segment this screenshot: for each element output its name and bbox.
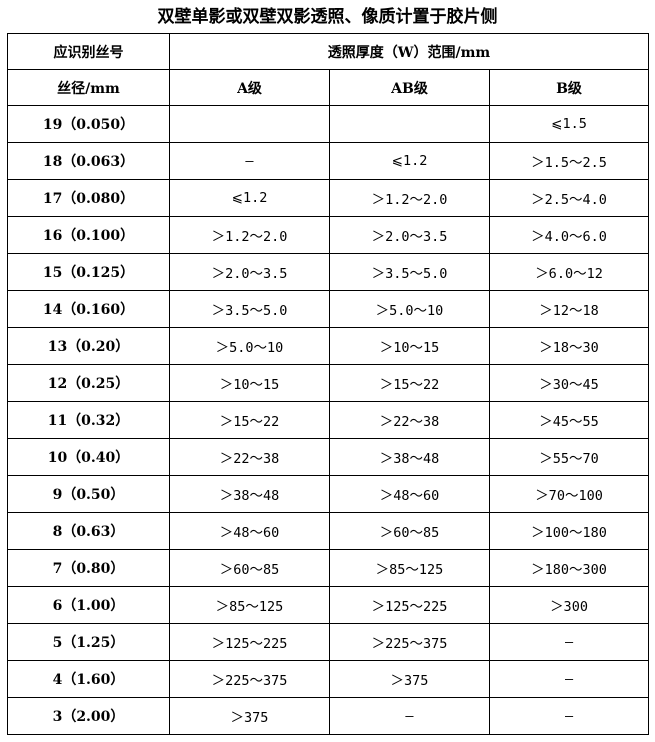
grade-b-cell: – — [488, 697, 650, 735]
grade-ab-cell: ＞60～85 — [329, 512, 490, 550]
table-row: 19（0.050） ⩽1.5 — [7, 105, 650, 143]
grade-b-cell: ⩽1.5 — [488, 105, 650, 143]
wire-cell: 15（0.125） — [7, 253, 170, 291]
table-row: 11（0.32） ＞15～22 ＞22～38 ＞45～55 — [7, 401, 650, 439]
grade-b-cell: ＞18～30 — [488, 327, 650, 365]
iqi-wire-table: 应识别丝号 透照厚度（W）范围/mm 丝径/mm A级 AB级 B级 19（0.… — [7, 33, 650, 735]
grade-ab-cell: ＞125～225 — [329, 586, 490, 624]
header-wire-number: 应识别丝号 — [7, 33, 170, 70]
table-row: 16（0.100） ＞1.2～2.0 ＞2.0～3.5 ＞4.0～6.0 — [7, 216, 650, 254]
grade-a-cell: ＞38～48 — [169, 475, 330, 513]
table-row: 17（0.080） ⩽1.2 ＞1.2～2.0 ＞2.5～4.0 — [7, 179, 650, 217]
grade-b-cell: ＞1.5～2.5 — [488, 142, 650, 180]
grade-b-cell: ＞2.5～4.0 — [488, 179, 650, 217]
grade-ab-cell: ＞3.5～5.0 — [329, 253, 490, 291]
wire-cell: 10（0.40） — [7, 438, 170, 476]
grade-ab-cell: – — [329, 697, 490, 735]
grade-ab-cell — [329, 105, 490, 143]
grade-a-cell: ＞15～22 — [169, 401, 330, 439]
grade-a-cell: ＞125～225 — [169, 623, 330, 661]
grade-a-cell: ＞22～38 — [169, 438, 330, 476]
grade-b-cell: – — [488, 623, 650, 661]
grade-ab-cell: ＞48～60 — [329, 475, 490, 513]
grade-ab-cell: ⩽1.2 — [329, 142, 490, 180]
header-grade-b: B级 — [488, 69, 650, 106]
grade-b-cell: ＞55～70 — [488, 438, 650, 476]
grade-b-cell: ＞12～18 — [488, 290, 650, 328]
grade-b-cell: ＞180～300 — [488, 549, 650, 587]
grade-b-cell: ＞30～45 — [488, 364, 650, 402]
grade-a-cell: ＞2.0～3.5 — [169, 253, 330, 291]
grade-b-cell: – — [488, 660, 650, 698]
table-row: 4（1.60） ＞225～375 ＞375– — [7, 660, 650, 698]
wire-cell: 9（0.50） — [7, 475, 170, 513]
grade-a-cell: ＞85～125 — [169, 586, 330, 624]
grade-a-cell: ＞225～375 — [169, 660, 330, 698]
wire-cell: 14（0.160） — [7, 290, 170, 328]
grade-b-cell: ＞45～55 — [488, 401, 650, 439]
table-row: 14（0.160） ＞3.5～5.0 ＞5.0～10 ＞12～18 — [7, 290, 650, 328]
table-title: 双壁单影或双壁双影透照、像质计置于胶片侧 — [157, 7, 498, 27]
grade-a-cell: – — [169, 142, 330, 180]
grade-b-cell: ＞6.0～12 — [488, 253, 650, 291]
grade-ab-cell: ＞5.0～10 — [329, 290, 490, 328]
table-body: 19（0.050） ⩽1.5 18（0.063） – ⩽1.2 ＞1.5～2.5 17（0.… — [7, 105, 650, 735]
table-row: 15（0.125） ＞2.0～3.5 ＞3.5～5.0 ＞6.0～12 — [7, 253, 650, 291]
table-row: 3（2.00） ＞375– – — [7, 697, 650, 735]
wire-cell: 6（1.00） — [7, 586, 170, 624]
grade-b-cell: ＞70～100 — [488, 475, 650, 513]
wire-cell: 3（2.00） — [7, 697, 170, 735]
grade-a-cell — [169, 105, 330, 143]
table-row: 12（0.25） ＞10～15 ＞15～22 ＞30～45 — [7, 364, 650, 402]
table-row: 10（0.40） ＞22～38 ＞38～48 ＞55～70 — [7, 438, 650, 476]
grade-a-cell: ＞5.0～10 — [169, 327, 330, 365]
wire-cell: 8（0.63） — [7, 512, 170, 550]
grade-b-cell: ＞300 — [488, 586, 650, 624]
wire-cell: 16（0.100） — [7, 216, 170, 254]
table-row: 13（0.20） ＞5.0～10 ＞10～15 ＞18～30 — [7, 327, 650, 365]
grade-ab-cell: ＞38～48 — [329, 438, 490, 476]
grade-ab-cell: ＞22～38 — [329, 401, 490, 439]
grade-a-cell: ＞60～85 — [169, 549, 330, 587]
grade-ab-cell: ＞85～125 — [329, 549, 490, 587]
wire-cell: 5（1.25） — [7, 623, 170, 661]
table-row: 18（0.063） – ⩽1.2 ＞1.5～2.5 — [7, 142, 650, 180]
wire-cell: 4（1.60） — [7, 660, 170, 698]
wire-cell: 19（0.050） — [7, 105, 170, 143]
grade-ab-cell: ＞1.2～2.0 — [329, 179, 490, 217]
grade-b-cell: ＞100～180 — [488, 512, 650, 550]
grade-a-cell: ＞1.2～2.0 — [169, 216, 330, 254]
grade-ab-cell: ＞225～375 — [329, 623, 490, 661]
table-row: 5（1.25） ＞125～225 ＞225～375– — [7, 623, 650, 661]
grade-ab-cell: ＞15～22 — [329, 364, 490, 402]
grade-ab-cell: ＞2.0～3.5 — [329, 216, 490, 254]
wire-cell: 12（0.25） — [7, 364, 170, 402]
wire-cell: 18（0.063） — [7, 142, 170, 180]
header-wire-diameter: 丝径/mm — [7, 69, 170, 106]
header-thickness-range: 透照厚度（W）范围/mm — [168, 33, 650, 70]
grade-a-cell: ⩽1.2 — [169, 179, 330, 217]
grade-ab-cell: ＞375 — [329, 660, 490, 698]
grade-a-cell: ＞48～60 — [169, 512, 330, 550]
wire-cell: 7（0.80） — [7, 549, 170, 587]
header-grade-ab: AB级 — [329, 69, 490, 106]
table-row: 6（1.00） ＞85～125 ＞125～225 ＞300 — [7, 586, 650, 624]
wire-cell: 17（0.080） — [7, 179, 170, 217]
table-row: 7（0.80） ＞60～85 ＞85～125 ＞180～300 — [7, 549, 650, 587]
grade-a-cell: ＞375 — [169, 697, 330, 735]
grade-b-cell: ＞4.0～6.0 — [488, 216, 650, 254]
grade-a-cell: ＞3.5～5.0 — [169, 290, 330, 328]
grade-a-cell: ＞10～15 — [169, 364, 330, 402]
header-grade-a: A级 — [169, 69, 330, 106]
wire-cell: 13（0.20） — [7, 327, 170, 365]
grade-ab-cell: ＞10～15 — [329, 327, 490, 365]
table-row: 8（0.63） ＞48～60 ＞60～85 ＞100～180 — [7, 512, 650, 550]
wire-cell: 11（0.32） — [7, 401, 170, 439]
table-row: 9（0.50） ＞38～48 ＞48～60 ＞70～100 — [7, 475, 650, 513]
